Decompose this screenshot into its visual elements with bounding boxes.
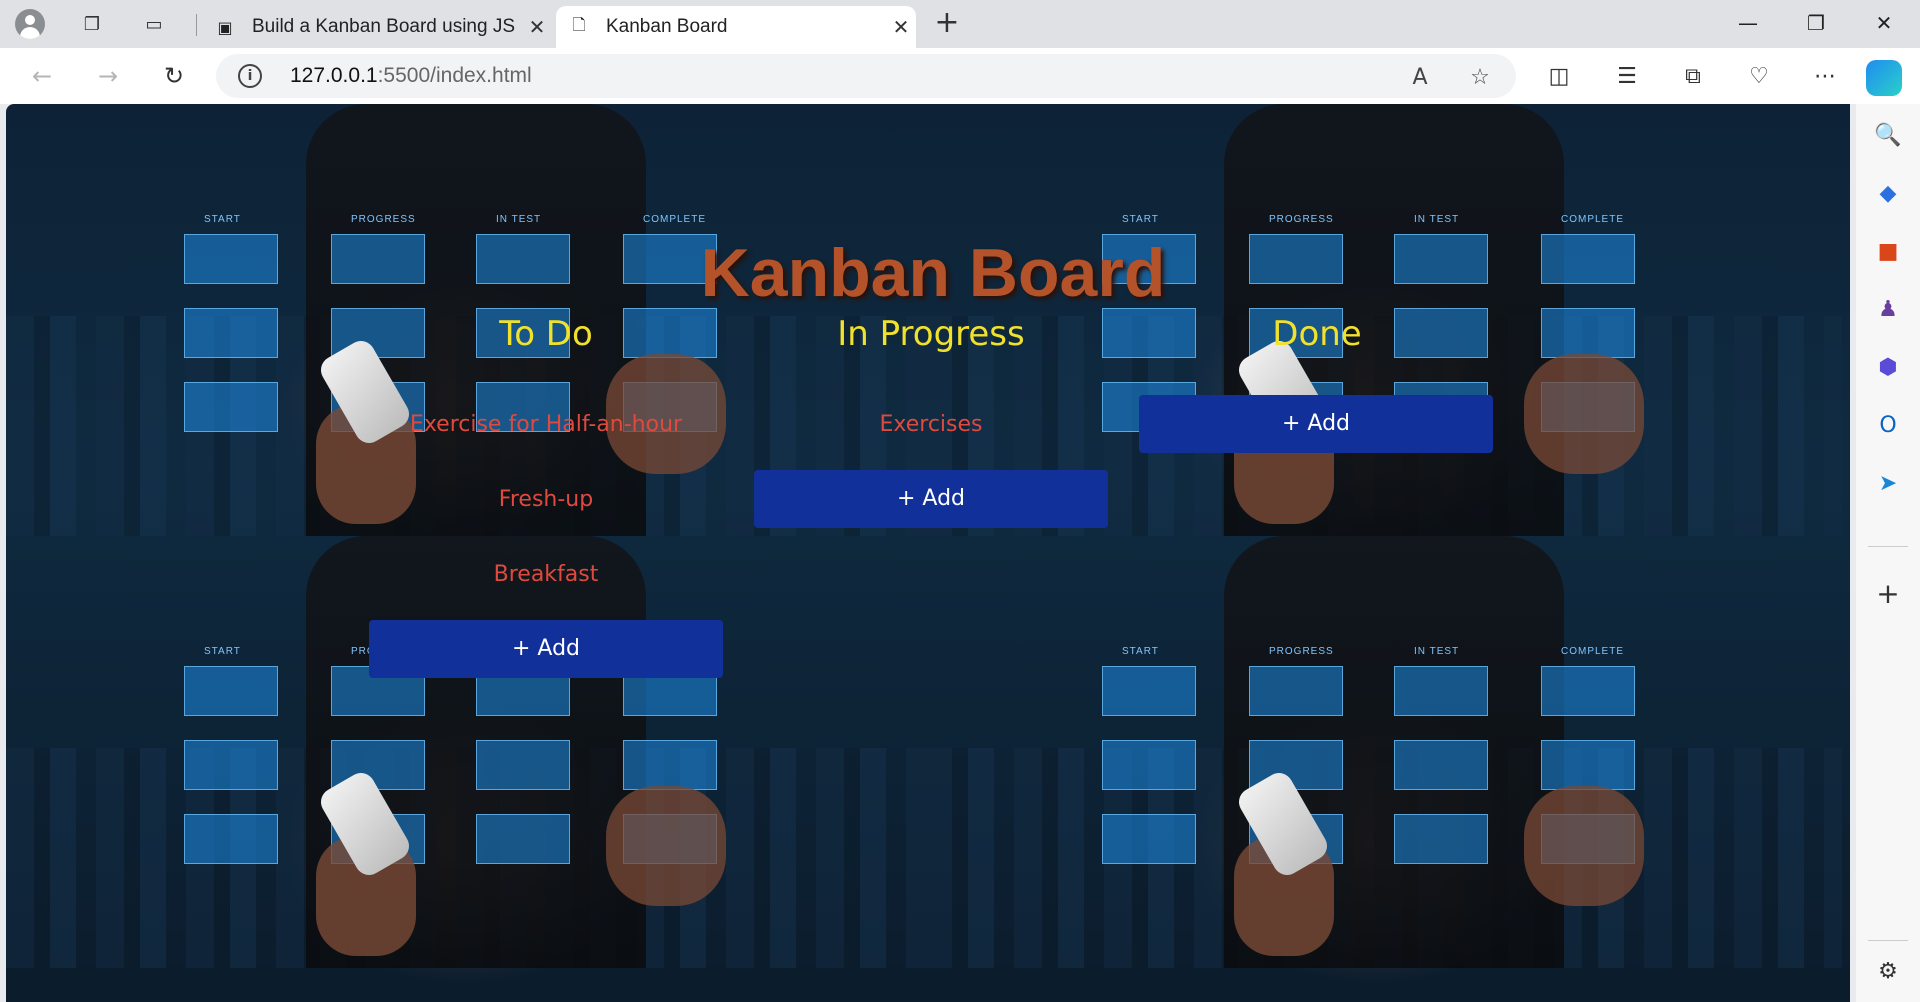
background-panel-header: PROGRESS	[1269, 646, 1334, 657]
gear-icon[interactable]: ⚙	[1872, 956, 1904, 988]
workspaces-icon[interactable]: ❐	[76, 8, 108, 40]
background-panel	[1102, 814, 1196, 864]
tab-build-kanban[interactable]: ▣ Build a Kanban Board using JS ✕	[202, 6, 552, 48]
tab-kanban-board[interactable]: 🗋 Kanban Board ✕	[556, 6, 916, 48]
background-tile: STARTPROGRESSIN TESTCOMPLETE	[6, 536, 924, 968]
collections-icon[interactable]: ⧉	[1678, 62, 1708, 92]
background-panel-header: COMPLETE	[1561, 214, 1625, 225]
background-panel	[184, 814, 278, 864]
tab-title: Kanban Board	[606, 16, 728, 37]
profile-icon	[15, 9, 45, 39]
tab-separator	[196, 14, 197, 36]
background-panel	[1249, 666, 1343, 716]
profile-avatar[interactable]	[14, 8, 46, 40]
games-icon[interactable]: ♟	[1872, 294, 1904, 326]
background-panel	[476, 814, 570, 864]
outlook-icon[interactable]: O	[1872, 410, 1904, 442]
background-panel	[1394, 814, 1488, 864]
background-panel	[184, 382, 278, 432]
url-host: 127.0.0.1	[290, 64, 378, 87]
add-task-button-done[interactable]: + Add	[1139, 395, 1493, 453]
background-panel	[1394, 740, 1488, 790]
browser-essentials-icon[interactable]: ♡	[1744, 62, 1774, 92]
background-panel-header: IN TEST	[1414, 214, 1460, 225]
task-item[interactable]: Exercises	[741, 412, 1121, 437]
column-title-todo: To Do	[499, 314, 593, 354]
favorite-star-icon[interactable]: ☆	[1466, 64, 1494, 92]
background-panel-header: IN TEST	[1414, 646, 1460, 657]
hand	[1524, 786, 1644, 906]
background-panel-header: START	[204, 214, 241, 225]
background-tile: START PROGRESS IN TEST COMPLETE	[924, 536, 1842, 968]
background-panel-header: COMPLETE	[643, 214, 707, 225]
background-panel	[1102, 666, 1196, 716]
background-panel	[623, 740, 717, 790]
background-panel	[1541, 308, 1635, 358]
background-panel-header: START	[1122, 214, 1159, 225]
restore-button[interactable]: ❐	[1782, 0, 1850, 46]
refresh-button[interactable]: ↻	[156, 60, 192, 92]
address-bar[interactable]: i 127.0.0.1:5500/index.html A ☆	[216, 54, 1516, 98]
back-button[interactable]: ←	[24, 60, 60, 92]
tools-briefcase-icon[interactable]: ■	[1872, 236, 1904, 268]
page-viewport: START PROGRESS IN TEST COMPLETE START PROGRES…	[6, 104, 1850, 1002]
background-panel-header: PROGRESS	[1269, 214, 1334, 225]
background-panel	[184, 740, 278, 790]
shopping-tag-icon[interactable]: ◆	[1872, 178, 1904, 210]
microsoft-365-icon[interactable]: ⬢	[1872, 352, 1904, 384]
task-item[interactable]: Breakfast	[356, 562, 736, 587]
board-title: Kanban Board	[700, 235, 1166, 311]
add-task-button-in-progress[interactable]: + Add	[754, 470, 1108, 528]
page-icon: 🗋	[572, 14, 586, 34]
background-panel	[1102, 740, 1196, 790]
background-panel-header: IN TEST	[496, 214, 542, 225]
add-sidebar-app-icon[interactable]: +	[1872, 578, 1904, 610]
task-item[interactable]: Exercise for Half-an-hour	[356, 412, 736, 437]
task-item[interactable]: Fresh-up	[356, 487, 736, 512]
background-panel	[184, 308, 278, 358]
search-icon[interactable]: 🔍	[1872, 120, 1904, 152]
close-tab-icon[interactable]: ✕	[522, 15, 552, 39]
read-aloud-icon[interactable]: A	[1406, 64, 1434, 92]
hand	[606, 786, 726, 906]
background-panel-header: START	[204, 646, 241, 657]
sidebar-divider	[1868, 546, 1908, 547]
column-title-in-progress: In Progress	[837, 314, 1025, 354]
background-panel	[476, 740, 570, 790]
drop-send-icon[interactable]: ➤	[1872, 468, 1904, 500]
background-panel-header: COMPLETE	[1561, 646, 1625, 657]
background-panel	[184, 666, 278, 716]
close-window-button[interactable]: ✕	[1850, 0, 1918, 46]
background-panel	[1541, 740, 1635, 790]
code-editor-icon: ▣	[217, 17, 233, 37]
background-panel	[1394, 666, 1488, 716]
add-task-button-todo[interactable]: + Add	[369, 620, 723, 678]
copilot-icon[interactable]	[1866, 60, 1902, 96]
favorites-icon[interactable]: ☰	[1612, 62, 1642, 92]
background-panel-header: START	[1122, 646, 1159, 657]
background-panel	[1541, 666, 1635, 716]
site-info-icon[interactable]: i	[238, 64, 262, 88]
title-bar: ❐ ▭ ▣ Build a Kanban Board using JS ✕ 🗋 …	[0, 0, 1920, 48]
column-title-done: Done	[1272, 314, 1362, 354]
tab-actions-icon[interactable]: ▭	[138, 8, 170, 40]
forward-button[interactable]: →	[90, 60, 126, 92]
browser-toolbar: ← → ↻ i 127.0.0.1:5500/index.html A ☆ ◫ …	[0, 48, 1920, 104]
tab-title: Build a Kanban Board using JS	[252, 16, 516, 37]
edge-sidebar: 🔍 ◆ ■ ♟ ⬢ O ➤ + ⚙	[1856, 104, 1920, 1002]
close-tab-icon[interactable]: ✕	[886, 15, 916, 39]
url-path: :5500/index.html	[377, 64, 532, 87]
sidebar-divider	[1868, 940, 1908, 941]
hand	[1524, 354, 1644, 474]
new-tab-button[interactable]: +	[930, 8, 964, 40]
settings-more-icon[interactable]: ⋯	[1810, 62, 1840, 92]
background-panel-header: PROGRESS	[351, 214, 416, 225]
split-screen-icon[interactable]: ◫	[1544, 62, 1574, 92]
url-text[interactable]: 127.0.0.1:5500/index.html	[290, 64, 532, 88]
minimize-button[interactable]: —	[1714, 0, 1782, 46]
